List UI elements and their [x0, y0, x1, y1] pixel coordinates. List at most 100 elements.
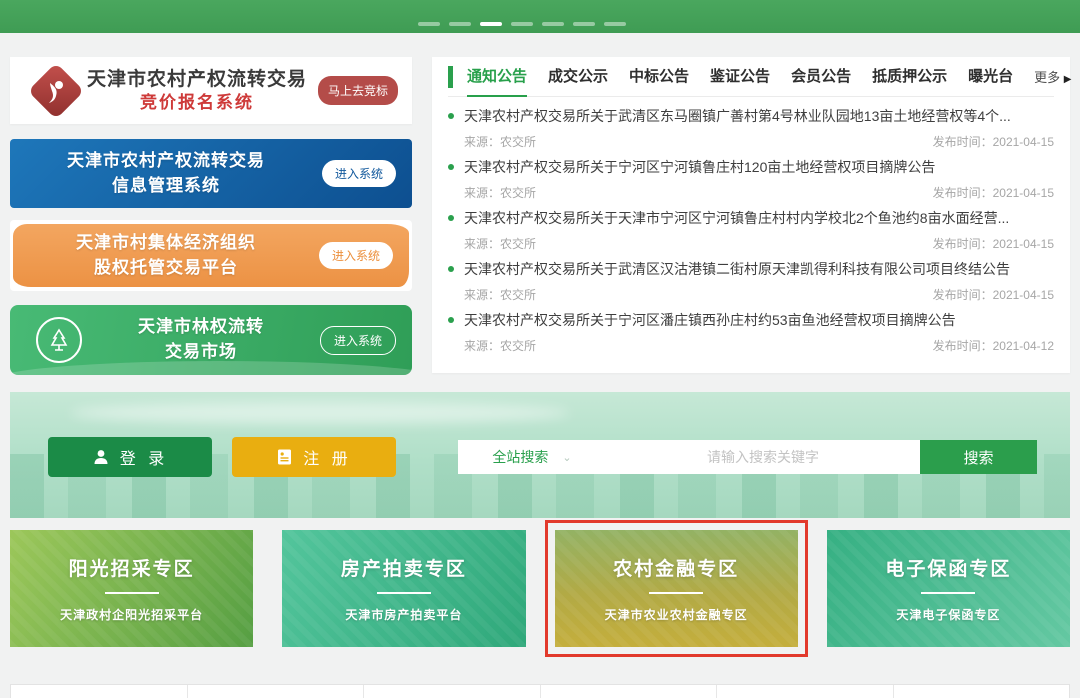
- divider: [377, 592, 431, 594]
- zone-title: 农村金融专区: [613, 554, 739, 581]
- partner-cell: [894, 685, 1070, 698]
- banner-inner: 天津市村集体经济组织 股权托管交易平台 进入系统: [13, 224, 409, 287]
- register-button[interactable]: 注 册: [232, 437, 396, 477]
- zone-title: 阳光招采专区: [69, 554, 195, 581]
- news-time: 发布时间：2021-04-15: [933, 286, 1054, 303]
- more-link[interactable]: 更多 ▶: [1034, 67, 1071, 86]
- divider: [921, 592, 975, 594]
- zone-rural-finance-highlighted[interactable]: 农村金融专区 天津市农业农村金融专区: [555, 530, 798, 647]
- zone-sunshine-procurement[interactable]: 阳光招采专区 天津政村企阳光招采平台: [10, 530, 253, 647]
- equity-custody-platform-banner[interactable]: 天津市村集体经济组织 股权托管交易平台 进入系统: [10, 220, 412, 291]
- tab-winning-bid[interactable]: 中标公告: [629, 57, 689, 97]
- bullet-icon: [448, 164, 454, 170]
- divider: [649, 592, 703, 594]
- news-source: 来源：农交所: [464, 286, 536, 303]
- carousel-dot[interactable]: [604, 22, 626, 26]
- enter-system-button[interactable]: 进入系统: [319, 242, 393, 269]
- search-input[interactable]: [606, 449, 920, 465]
- bullet-icon: [448, 113, 454, 119]
- tab-accent-bar: [448, 66, 453, 88]
- tab-deals[interactable]: 成交公示: [548, 57, 608, 97]
- carousel-indicators: [418, 22, 626, 26]
- notice-tab-bar: 通知公告 成交公示 中标公告 鉴证公告 会员公告 抵质押公示 曝光台 更多 ▶: [448, 57, 1054, 97]
- banner-line1: 天津市林权流转: [82, 315, 320, 340]
- bullet-icon: [448, 215, 454, 221]
- carousel-dot-active[interactable]: [480, 22, 502, 26]
- banner-line2: 交易市场: [82, 340, 320, 365]
- banner-title: 天津市村集体经济组织 股权托管交易平台: [13, 231, 319, 280]
- arrow-right-icon: ▶: [1064, 74, 1072, 85]
- zone-property-auction[interactable]: 房产拍卖专区 天津市房产拍卖平台: [282, 530, 525, 647]
- tab-certification[interactable]: 鉴证公告: [710, 57, 770, 97]
- top-carousel-bar: [0, 0, 1080, 33]
- carousel-dot[interactable]: [573, 22, 595, 26]
- news-source: 来源：农交所: [464, 133, 536, 150]
- zone-subtitle: 天津市房产拍卖平台: [345, 606, 462, 623]
- partner-links-strip: [10, 684, 1070, 698]
- news-source: 来源：农交所: [464, 235, 536, 252]
- zone-title: 房产拍卖专区: [341, 554, 467, 581]
- zone-electronic-guarantee[interactable]: 电子保函专区 天津电子保函专区: [827, 530, 1070, 647]
- banner-title: 天津市林权流转 交易市场: [82, 315, 320, 364]
- search-scope-select[interactable]: 全站搜索 ⌄: [458, 447, 606, 467]
- news-title[interactable]: 天津农村产权交易所关于武清区东马圈镇广善村第4号林业队园地13亩土地经营权等4个…: [464, 106, 1011, 126]
- news-time: 发布时间：2021-04-15: [933, 184, 1054, 201]
- bullet-icon: [448, 317, 454, 323]
- banner-line1: 天津市村集体经济组织: [13, 231, 319, 256]
- banner-line2: 股权托管交易平台: [13, 256, 319, 281]
- banner-title: 天津市农村产权流转交易 信息管理系统: [10, 149, 322, 198]
- news-item[interactable]: 天津农村产权交易所关于宁河区宁河镇鲁庄村120亩土地经营权项目摘牌公告 来源：农…: [448, 148, 1054, 199]
- login-button[interactable]: 登 录: [48, 437, 212, 477]
- zone-subtitle: 天津市农业农村金融专区: [605, 606, 748, 623]
- partner-cell: [188, 685, 365, 698]
- more-label: 更多: [1034, 70, 1060, 85]
- carousel-dot[interactable]: [542, 22, 564, 26]
- hero-search-band: 登 录 注 册 全站搜索 ⌄ 搜索: [10, 392, 1070, 518]
- tab-members[interactable]: 会员公告: [791, 57, 851, 97]
- notice-panel: 通知公告 成交公示 中标公告 鉴证公告 会员公告 抵质押公示 曝光台 更多 ▶ …: [432, 57, 1070, 373]
- divider: [105, 592, 159, 594]
- zone-subtitle: 天津政村企阳光招采平台: [60, 606, 203, 623]
- carousel-dot[interactable]: [511, 22, 533, 26]
- enter-system-button[interactable]: 进入系统: [322, 160, 396, 187]
- news-title[interactable]: 天津农村产权交易所关于武清区汉沽港镇二街村原天津凯得利科技有限公司项目终结公告: [464, 259, 1010, 279]
- news-time: 发布时间：2021-04-12: [933, 337, 1054, 354]
- go-bid-button[interactable]: 马上去竞标: [318, 76, 398, 105]
- tab-exposure[interactable]: 曝光台: [968, 57, 1013, 97]
- zone-title: 电子保函专区: [885, 554, 1011, 581]
- bullet-icon: [448, 266, 454, 272]
- id-card-icon: [276, 448, 293, 466]
- user-icon: [92, 448, 110, 466]
- site-subtitle: 竞价报名系统: [76, 92, 318, 113]
- search-button[interactable]: 搜索: [920, 440, 1037, 474]
- news-title[interactable]: 天津农村产权交易所关于宁河区潘庄镇西孙庄村约53亩鱼池经营权项目摘牌公告: [464, 310, 956, 330]
- site-title: 天津市农村产权流转交易: [76, 68, 318, 92]
- news-item[interactable]: 天津农村产权交易所关于宁河区潘庄镇西孙庄村约53亩鱼池经营权项目摘牌公告 来源：…: [448, 301, 1054, 352]
- tree-icon: [36, 317, 82, 363]
- banner-line1: 天津市农村产权流转交易: [10, 149, 322, 174]
- carousel-dot[interactable]: [418, 22, 440, 26]
- bidding-system-card: 天津市农村产权流转交易 竞价报名系统 马上去竞标: [10, 57, 412, 124]
- register-label: 注 册: [303, 445, 351, 469]
- bidding-system-title: 天津市农村产权流转交易 竞价报名系统: [76, 68, 318, 113]
- tab-pledge[interactable]: 抵质押公示: [872, 57, 947, 97]
- partner-cell: [541, 685, 718, 698]
- zone-cards: 阳光招采专区 天津政村企阳光招采平台 房产拍卖专区 天津市房产拍卖平台 农村金融…: [10, 530, 1070, 647]
- forest-rights-market-banner[interactable]: 天津市林权流转 交易市场 进入系统: [10, 305, 412, 375]
- partner-cell: [364, 685, 541, 698]
- search-scope-label: 全站搜索: [492, 447, 548, 467]
- banner-line2: 信息管理系统: [10, 174, 322, 199]
- news-title[interactable]: 天津农村产权交易所关于天津市宁河区宁河镇鲁庄村村内学校北2个鱼池约8亩水面经营.…: [464, 208, 1009, 228]
- news-item[interactable]: 天津农村产权交易所关于天津市宁河区宁河镇鲁庄村村内学校北2个鱼池约8亩水面经营.…: [448, 199, 1054, 250]
- news-title[interactable]: 天津农村产权交易所关于宁河区宁河镇鲁庄村120亩土地经营权项目摘牌公告: [464, 157, 935, 177]
- enter-system-button[interactable]: 进入系统: [320, 326, 396, 355]
- info-management-system-banner[interactable]: 天津市农村产权流转交易 信息管理系统 进入系统: [10, 139, 412, 208]
- zone-subtitle: 天津电子保函专区: [896, 606, 1000, 623]
- chevron-down-icon: ⌄: [562, 451, 571, 464]
- news-source: 来源：农交所: [464, 184, 536, 201]
- tab-notice[interactable]: 通知公告: [467, 57, 527, 97]
- news-item[interactable]: 天津农村产权交易所关于武清区东马圈镇广善村第4号林业队园地13亩土地经营权等4个…: [448, 97, 1054, 148]
- news-item[interactable]: 天津农村产权交易所关于武清区汉沽港镇二街村原天津凯得利科技有限公司项目终结公告 …: [448, 250, 1054, 301]
- carousel-dot[interactable]: [449, 22, 471, 26]
- search-bar: 全站搜索 ⌄: [458, 440, 920, 474]
